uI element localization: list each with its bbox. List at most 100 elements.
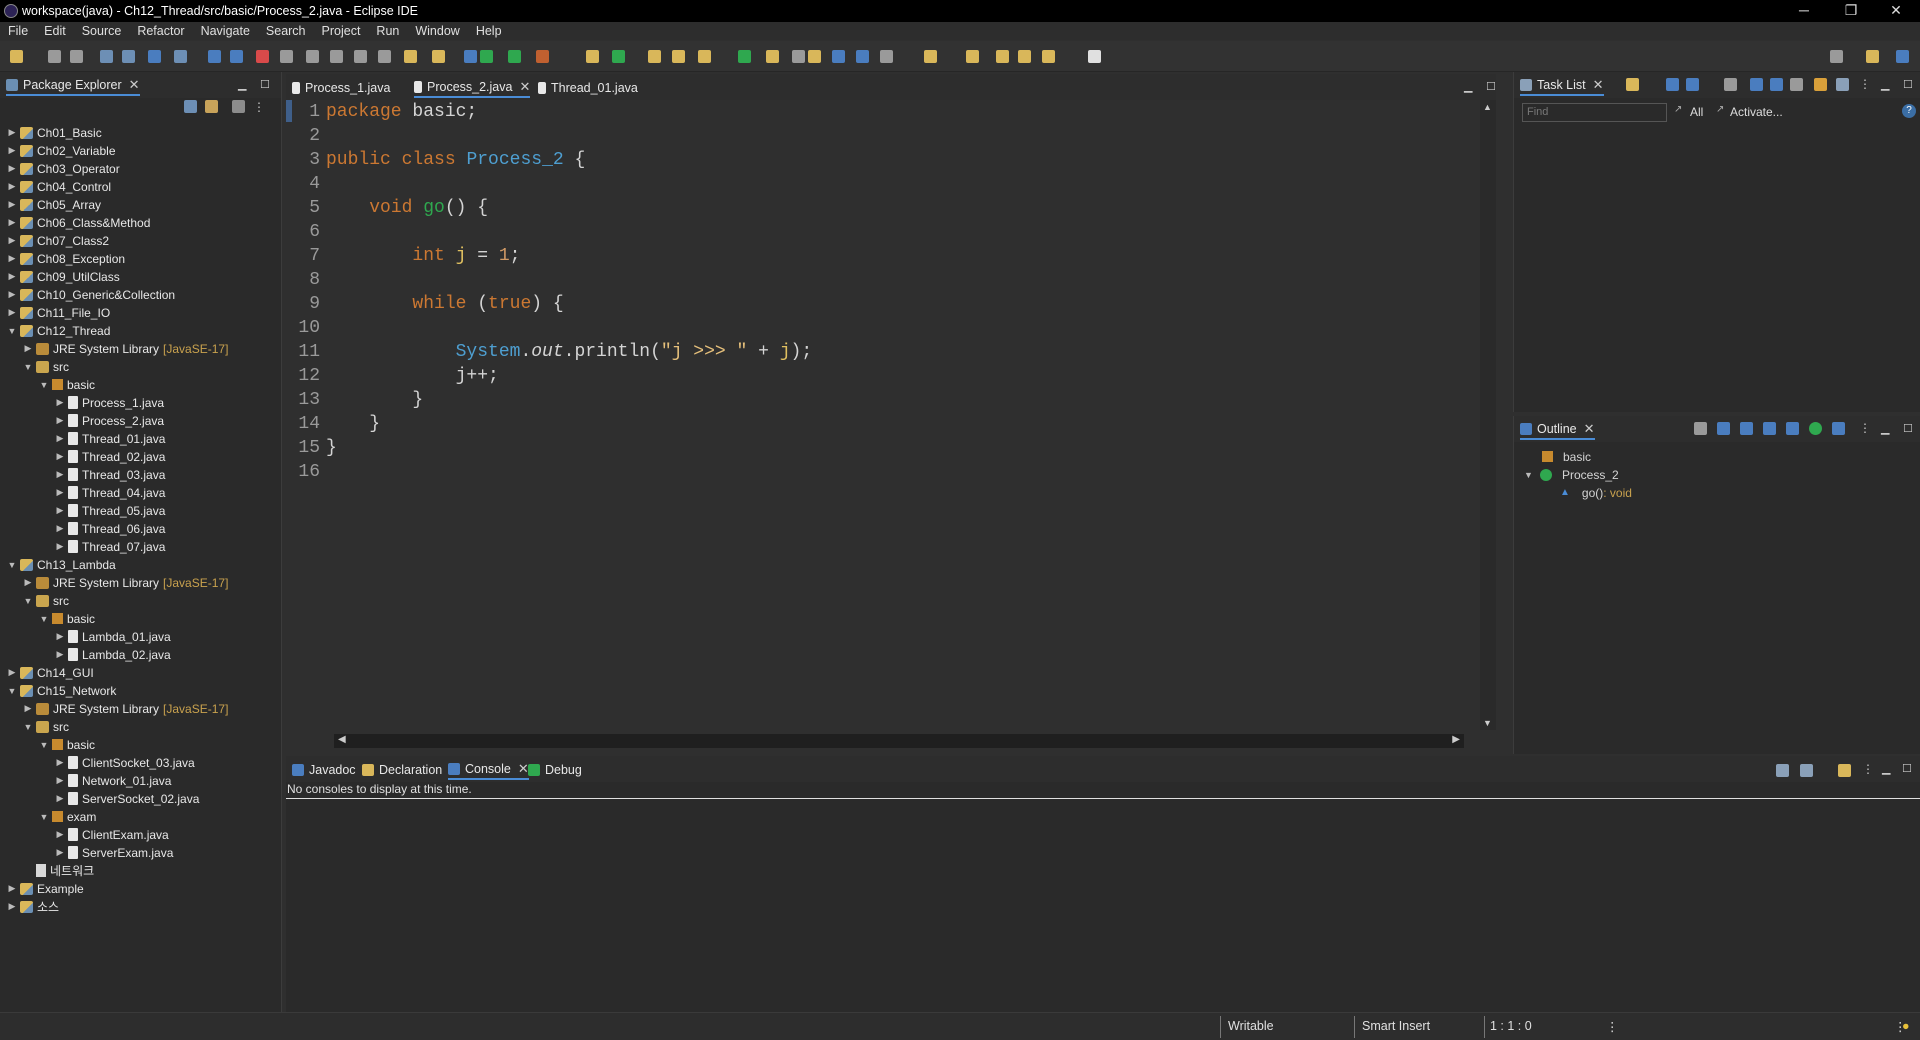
toolbar-button-icon[interactable] (208, 50, 221, 63)
toolbar-button-icon[interactable] (792, 50, 805, 63)
chevron-right-icon[interactable]: ▶ (22, 577, 34, 588)
toolbar-button-icon[interactable] (230, 50, 243, 63)
filter-icon[interactable] (1724, 78, 1737, 91)
tree-item[interactable]: ▶ Network_01.java (54, 772, 172, 789)
hide-local-types-icon[interactable] (1832, 422, 1845, 435)
tree-item[interactable]: ▶ Ch04_Control (6, 178, 112, 195)
toolbar-button-icon[interactable] (966, 50, 979, 63)
tree-item[interactable]: ▶ ServerExam.java (54, 844, 174, 861)
tree-item[interactable]: ▶ Ch02_Variable (6, 142, 116, 159)
chevron-right-icon[interactable]: ▶ (54, 397, 66, 408)
toolbar-button-icon[interactable] (354, 50, 367, 63)
maximize-icon[interactable]: ☐ (1902, 762, 1912, 775)
view-menu-icon[interactable]: ⋮ (1859, 421, 1871, 435)
chevron-right-icon[interactable]: ▶ (54, 649, 66, 660)
hide-static-icon[interactable] (1786, 422, 1799, 435)
focus-icon[interactable] (1790, 78, 1803, 91)
new-task-icon[interactable] (1626, 78, 1639, 91)
chevron-right-icon[interactable]: ▶ (6, 145, 18, 156)
collapse-all-icon[interactable] (184, 100, 197, 113)
view-menu-icon[interactable]: ⋮ (253, 100, 265, 118)
tree-item[interactable]: ▶ Thread_01.java (54, 430, 166, 447)
tree-item[interactable]: 네트워크 (22, 862, 94, 879)
status-menu-icon[interactable]: ⋮ (1606, 1019, 1619, 1034)
toolbar-button-icon[interactable] (698, 50, 711, 63)
chevron-down-icon[interactable]: ▼ (22, 722, 34, 732)
close-button[interactable]: ✕ (1876, 0, 1916, 22)
chevron-down-icon[interactable]: ▼ (38, 380, 50, 390)
tree-item[interactable]: ▶ JRE System Library [JavaSE-17] (22, 574, 229, 591)
editor-tab[interactable]: Process_1.java (292, 78, 390, 98)
tree-item[interactable]: ▼ exam (38, 808, 97, 825)
minimize-button[interactable]: ─ (1784, 0, 1824, 22)
collapse-all-icon[interactable] (1770, 78, 1783, 91)
horizontal-scrollbar[interactable]: ◀ ▶ (334, 734, 1464, 748)
tree-item[interactable]: ▼ Ch12_Thread (6, 322, 111, 339)
toolbar-button-icon[interactable] (880, 50, 893, 63)
filter-icon[interactable] (232, 100, 245, 113)
tree-item[interactable]: ▶ Ch10_Generic&Collection (6, 286, 176, 303)
menu-run[interactable]: Run (368, 24, 407, 38)
code-editor[interactable]: 1 package basic; 2 3 public class Process_2 … (286, 100, 1476, 730)
chevron-right-icon[interactable]: ▶ (6, 181, 18, 192)
toolbar-button-icon[interactable] (586, 50, 599, 63)
toolbar-button-icon[interactable] (738, 50, 751, 63)
tree-item[interactable]: ▶ Ch08_Exception (6, 250, 126, 267)
tree-item[interactable]: ▶ Thread_07.java (54, 538, 166, 555)
close-icon[interactable]: ✕ (129, 77, 140, 93)
chevron-down-icon[interactable]: ▼ (6, 686, 18, 696)
chevron-down-icon[interactable]: ▼ (1524, 470, 1540, 480)
tree-item[interactable]: ▶ Process_1.java (54, 394, 165, 411)
search-icon[interactable] (1830, 50, 1843, 63)
minimize-icon[interactable]: ▁ (1881, 422, 1889, 435)
categorized-icon[interactable] (1666, 78, 1679, 91)
chevron-right-icon[interactable]: ▶ (6, 163, 18, 174)
toolbar-button-icon[interactable] (280, 50, 293, 63)
hide-completed-icon[interactable] (1750, 78, 1763, 91)
maximize-icon[interactable]: ☐ (1903, 78, 1913, 91)
tree-item[interactable]: ▼ basic (38, 376, 95, 393)
tab-outline[interactable]: Outline ✕ (1520, 420, 1595, 440)
tree-item[interactable]: ▼ basic (38, 736, 95, 753)
chevron-down-icon[interactable]: ▼ (38, 812, 50, 822)
menu-file[interactable]: File (0, 24, 36, 38)
status-insert-mode[interactable]: Smart Insert (1362, 1019, 1430, 1033)
chevron-right-icon[interactable]: ▶ (54, 415, 66, 426)
toolbar-button-icon[interactable] (464, 50, 477, 63)
display-console-icon[interactable] (1800, 764, 1813, 777)
tree-item[interactable]: ▼ src (22, 592, 69, 609)
editor-minimize-icon[interactable]: ▁ (1464, 80, 1472, 93)
chevron-down-icon[interactable]: ▼ (22, 596, 34, 606)
toolbar-button-icon[interactable] (404, 50, 417, 63)
close-icon[interactable]: ✕ (519, 79, 530, 95)
chevron-right-icon[interactable]: ▶ (6, 127, 18, 138)
open-console-icon[interactable] (1838, 764, 1851, 777)
tree-item[interactable]: ▶ ClientExam.java (54, 826, 169, 843)
maximize-icon[interactable]: ☐ (1903, 422, 1913, 435)
chevron-right-icon[interactable]: ▶ (6, 253, 18, 264)
chevron-right-icon[interactable]: ▶ (22, 703, 34, 714)
toolbar-button-icon[interactable] (924, 50, 937, 63)
task-all-link[interactable]: All (1690, 105, 1703, 119)
tree-item[interactable]: ▶ Example (6, 880, 84, 897)
tree-item[interactable]: ▶ Ch06_Class&Method (6, 214, 151, 231)
outline-item[interactable]: ▲ go() : void (1560, 484, 1632, 501)
toolbar-button-icon[interactable] (648, 50, 661, 63)
tree-item[interactable]: ▶ Thread_06.java (54, 520, 166, 537)
chevron-right-icon[interactable]: ▶ (54, 505, 66, 516)
tree-item[interactable]: ▶ Ch03_Operator (6, 160, 120, 177)
chevron-right-icon[interactable]: ▶ (6, 199, 18, 210)
toolbar-button-icon[interactable] (856, 50, 869, 63)
menu-edit[interactable]: Edit (36, 24, 74, 38)
chevron-right-icon[interactable]: ▶ (54, 757, 66, 768)
toolbar-button-icon[interactable] (536, 50, 549, 63)
toolbar-button-icon[interactable] (122, 50, 135, 63)
chevron-right-icon[interactable]: ▶ (54, 487, 66, 498)
chevron-right-icon[interactable]: ▶ (54, 541, 66, 552)
toolbar-button-icon[interactable] (1018, 50, 1031, 63)
toolbar-button-icon[interactable] (174, 50, 187, 63)
synchronize-icon[interactable] (1814, 78, 1827, 91)
tip-bulb-icon[interactable]: ● (1902, 1019, 1910, 1033)
toolbar-button-icon[interactable] (306, 50, 319, 63)
toolbar-button-icon[interactable] (766, 50, 779, 63)
